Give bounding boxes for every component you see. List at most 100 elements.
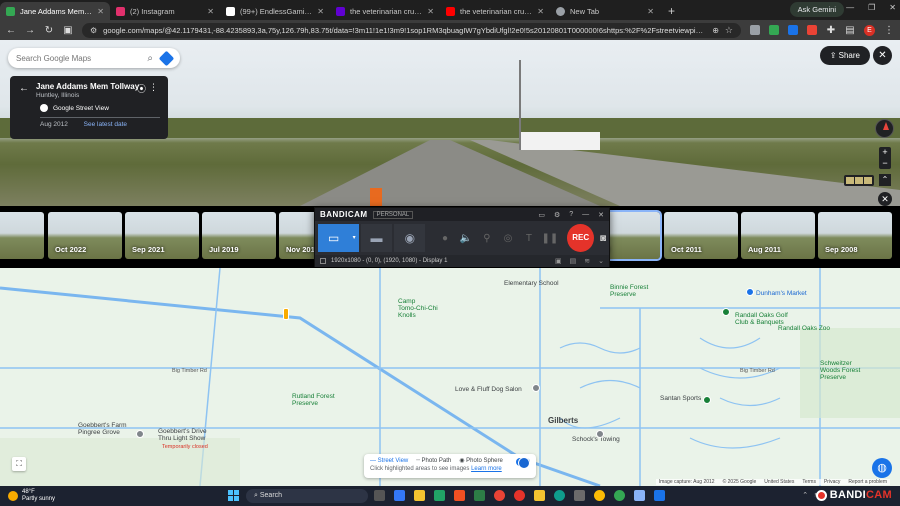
tab-new-tab[interactable]: New Tab ✕ [550, 2, 660, 20]
help-icon[interactable]: ? [569, 211, 573, 219]
settings-gear-icon[interactable]: ⚙ [554, 211, 560, 219]
close-tab-icon[interactable]: ✕ [647, 7, 654, 16]
minimize-icon[interactable]: — [846, 3, 854, 12]
place-pin-icon[interactable] [596, 430, 604, 438]
pause-icon[interactable]: ❚❚ [540, 233, 559, 244]
text-overlay-icon[interactable]: T [519, 233, 538, 244]
close-tab-icon[interactable]: ✕ [317, 7, 324, 16]
back-arrow-icon[interactable]: ← [6, 25, 16, 36]
timeline-thumbnail[interactable]: Oct 2011 [664, 212, 738, 259]
close-timeline-icon[interactable]: ✕ [878, 192, 892, 206]
zoom-in-button[interactable]: + [879, 147, 891, 158]
app-icon[interactable] [474, 490, 485, 501]
map-label[interactable]: Elementary School [504, 280, 559, 287]
new-tab-button[interactable]: + [660, 2, 683, 20]
back-arrow-icon[interactable]: ← [19, 83, 29, 94]
fullscreen-icon[interactable]: ⛶ [12, 457, 26, 471]
zoom-out-button[interactable]: − [879, 158, 891, 169]
weather-widget[interactable]: 48°F Partly sunny [8, 489, 55, 503]
puzzle-extensions-icon[interactable]: ✚ [826, 25, 836, 36]
game-mode-button[interactable]: ◉ [394, 224, 426, 252]
location-pin-icon[interactable]: ⦿ [137, 82, 146, 95]
app-icon[interactable] [634, 490, 645, 501]
bookmark-star-icon[interactable]: ☆ [725, 25, 733, 36]
extension-icon[interactable] [788, 25, 798, 35]
reload-icon[interactable]: ↻ [44, 25, 54, 36]
app-icon[interactable] [454, 490, 465, 501]
chrome-icon[interactable] [594, 490, 605, 501]
place-pin-icon[interactable] [532, 384, 540, 392]
layers-thumbnail[interactable] [844, 175, 874, 186]
region-checkbox[interactable] [320, 258, 326, 264]
globe-view-icon[interactable]: ◍ [872, 458, 892, 478]
install-icon[interactable]: ⊕ [712, 26, 719, 35]
address-bar[interactable]: ⚙ google.com/maps/@42.1179431,-88.423589… [82, 22, 741, 38]
expand-chevron-icon[interactable]: ⌄ [598, 257, 604, 265]
map-label[interactable]: Camp Tomo-Chi-Chi Knolls [398, 298, 438, 319]
compass-icon[interactable] [875, 119, 894, 138]
tab-yahoo-search[interactable]: the veterinarian cruel - Yahoo S ✕ [330, 2, 440, 20]
windows-start-icon[interactable] [228, 490, 239, 501]
directions-icon[interactable] [158, 50, 175, 66]
see-latest-date-link[interactable]: See latest date [84, 121, 127, 128]
mode-dropdown-chevron-icon[interactable]: ▾ [349, 224, 359, 252]
learn-more-link[interactable]: Learn more [471, 466, 502, 472]
microphone-icon[interactable]: ⚲ [477, 233, 496, 244]
monitor-icon[interactable]: ▤ [570, 257, 577, 265]
site-info-icon[interactable]: ⚙ [90, 26, 97, 35]
close-tab-icon[interactable]: ✕ [97, 7, 104, 16]
folder-icon[interactable]: ▭ [538, 211, 545, 219]
close-icon[interactable]: ✕ [598, 211, 604, 219]
map-label[interactable]: Goebbert's Farm Pingree Grove [78, 422, 127, 436]
park-pin-icon[interactable] [703, 396, 711, 404]
tab-instagram[interactable]: (2) Instagram ✕ [110, 2, 220, 20]
timeline-thumbnail[interactable]: Sep 2021 [125, 212, 199, 259]
folder-icon[interactable] [534, 490, 545, 501]
tab-youtube[interactable]: the veterinarian cruel - YouTub ✕ [440, 2, 550, 20]
timeline-thumbnail[interactable]: Sep 2008 [818, 212, 892, 259]
timeline-thumbnail[interactable]: Oct 2022 [48, 212, 122, 259]
map-label[interactable]: Binnie Forest Preserve [610, 284, 648, 298]
coverage-toggle[interactable] [516, 457, 530, 469]
record-button[interactable]: REC [567, 224, 594, 252]
timeline-thumbnail[interactable]: Aug 2011 [741, 212, 815, 259]
timeline-thumbnail[interactable]: 4 [0, 212, 44, 259]
webcam-icon[interactable]: ● [435, 233, 454, 244]
app-icon[interactable] [654, 490, 665, 501]
tab-google-maps[interactable]: Jane Addams Mem Tollway - G ✕ [0, 2, 110, 20]
share-button[interactable]: ⇪ Share [819, 46, 870, 65]
app-icon[interactable] [434, 490, 445, 501]
map-label[interactable]: Gilberts [548, 416, 578, 425]
map-label[interactable]: Schweitzer Woods Forest Preserve [820, 360, 860, 381]
map-label[interactable]: Randall Oaks Golf Club & Banquets [735, 312, 788, 326]
street-view-panorama[interactable]: ⌕ ← Jane Addams Mem Tollway Huntley, Ill… [0, 40, 900, 206]
search-input[interactable] [16, 53, 148, 63]
edge-icon[interactable] [554, 490, 565, 501]
map-label[interactable]: Rutland Forest Preserve [292, 393, 335, 407]
video-settings-icon[interactable]: ▣ [555, 257, 562, 265]
app-icon[interactable] [574, 490, 585, 501]
park-pin-icon[interactable] [722, 308, 730, 316]
chrome-icon[interactable] [494, 490, 505, 501]
collapse-chevron-icon[interactable]: ⌃ [879, 174, 891, 186]
speaker-icon[interactable]: 🔈 [456, 233, 475, 244]
chrome-icon[interactable] [614, 490, 625, 501]
extension-icon[interactable] [750, 25, 760, 35]
app-icon[interactable] [394, 490, 405, 501]
shopping-pin-icon[interactable] [746, 288, 754, 296]
hdmi-mode-button[interactable]: ▬ [360, 224, 393, 252]
side-panel-icon[interactable]: ▤ [845, 25, 855, 36]
tab-endless-gaming[interactable]: (99+) EndlessGamingFanProdu ✕ [220, 2, 330, 20]
street-view-pegman-icon[interactable] [283, 308, 289, 320]
app-icon[interactable] [514, 490, 525, 501]
tray-chevron-icon[interactable]: ⌃ [802, 491, 808, 499]
audio-wave-icon[interactable]: ≋ [584, 257, 590, 265]
bandicam-titlebar[interactable]: BANDICAM PERSONAL ▭ ⚙ ? — ✕ [315, 208, 609, 221]
minimize-icon[interactable]: — [582, 211, 589, 219]
file-explorer-icon[interactable] [414, 490, 425, 501]
attribution-item[interactable]: Terms [802, 479, 816, 485]
map-label[interactable]: Goebbert's Drive Thru Light Show [158, 428, 207, 442]
menu-kebab-icon[interactable]: ⋮ [884, 25, 894, 36]
map-label[interactable]: Love & Fluff Dog Salon [455, 386, 522, 393]
search-icon[interactable]: ⌕ [147, 53, 153, 64]
